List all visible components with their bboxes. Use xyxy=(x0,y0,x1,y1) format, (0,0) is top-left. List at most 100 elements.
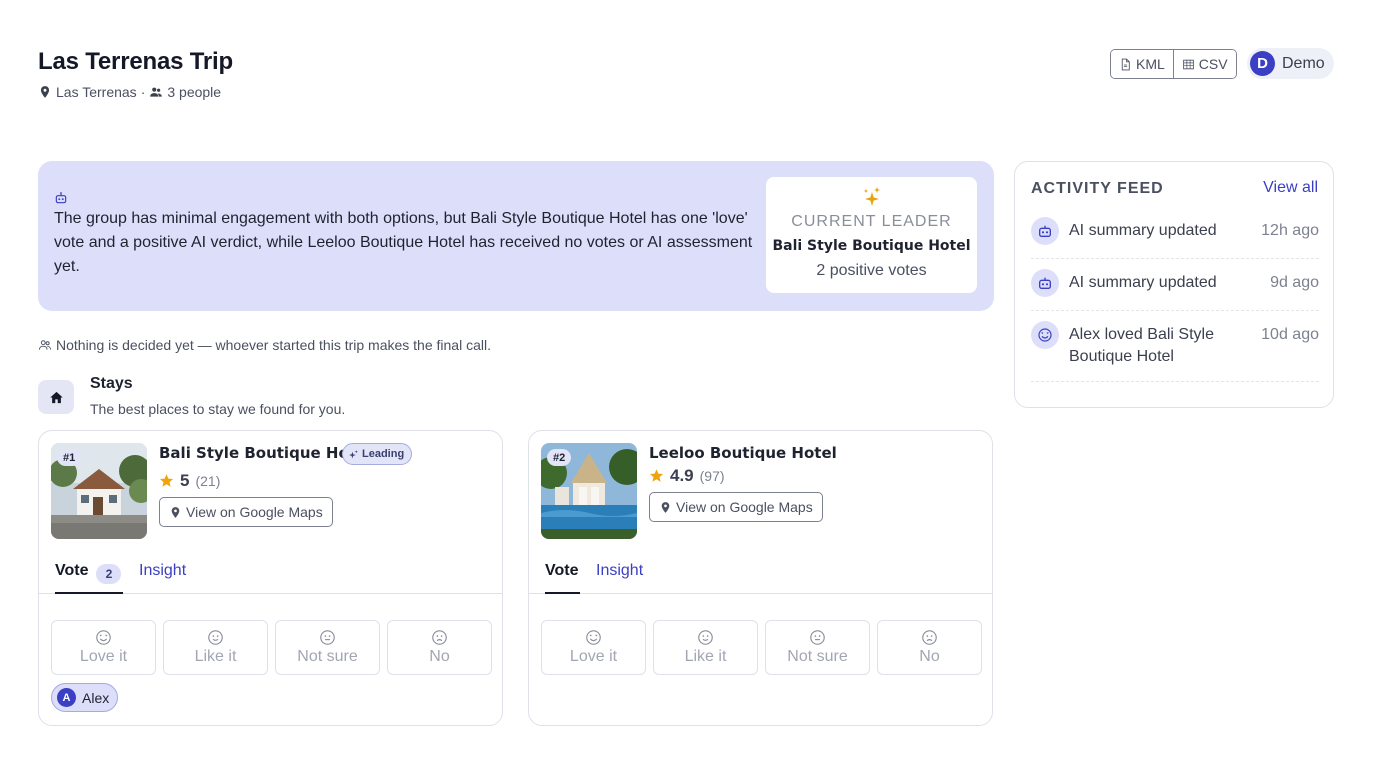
page-title: Las Terrenas Trip xyxy=(38,48,233,75)
neutral-face-icon xyxy=(810,630,825,645)
vote-options: Love it Like it Not sure No xyxy=(51,620,492,675)
voter-chip[interactable]: A Alex xyxy=(51,683,119,712)
tab-vote-label: Vote xyxy=(55,562,89,579)
file-icon xyxy=(1121,58,1130,70)
vote-no-button[interactable]: No xyxy=(387,620,492,675)
feed-item-time: 12h ago xyxy=(1261,222,1319,239)
trip-location: Las Terrenas xyxy=(56,84,137,100)
stay-card: #2 Leeloo Boutique Hotel 4.9 (97) View o… xyxy=(528,430,993,726)
tab-insight-label: Insight xyxy=(139,562,187,579)
tab-insight[interactable]: Insight xyxy=(596,559,643,593)
people-icon xyxy=(150,87,163,97)
tab-vote-label: Vote xyxy=(545,562,579,579)
current-leader-card: CURRENT LEADER Bali Style Boutique Hotel… xyxy=(766,177,977,293)
vote-no-label: No xyxy=(919,648,940,665)
activity-feed-title: ACTIVITY FEED xyxy=(1031,180,1164,197)
robot-icon xyxy=(1039,277,1051,289)
vote-no-label: No xyxy=(429,648,450,665)
robot-icon xyxy=(55,192,67,204)
vote-unsure-label: Not sure xyxy=(787,648,848,665)
star-icon xyxy=(159,474,174,487)
tab-insight[interactable]: Insight xyxy=(139,559,186,593)
feed-item: AI summary updated 9d ago xyxy=(1031,269,1319,311)
leading-badge: Leading xyxy=(342,443,413,465)
ai-summary-text: The group has minimal engagement with bo… xyxy=(54,210,753,275)
hotel-name[interactable]: Bali Style Boutique Hotel xyxy=(159,444,371,462)
export-group: KML CSV xyxy=(1110,49,1237,79)
tab-insight-label: Insight xyxy=(596,562,644,579)
vote-like-button[interactable]: Like it xyxy=(653,620,758,675)
hotel-name[interactable]: Leeloo Boutique Hotel xyxy=(649,444,837,462)
vote-unsure-button[interactable]: Not sure xyxy=(765,620,870,675)
feed-item-time: 9d ago xyxy=(1270,274,1319,291)
love-face-icon xyxy=(586,630,601,645)
feed-item: Alex loved Bali Style Boutique Hotel 10d… xyxy=(1031,321,1319,382)
home-icon xyxy=(49,391,63,403)
user-menu[interactable]: D Demo xyxy=(1247,48,1334,79)
vote-love-button[interactable]: Love it xyxy=(51,620,156,675)
activity-feed: ACTIVITY FEED View all AI summary update… xyxy=(1014,161,1334,408)
rating-score: 5 xyxy=(180,471,190,490)
review-count: (21) xyxy=(195,473,221,489)
vote-like-button[interactable]: Like it xyxy=(163,620,268,675)
vote-unsure-button[interactable]: Not sure xyxy=(275,620,380,675)
ai-summary-panel: The group has minimal engagement with bo… xyxy=(38,161,994,311)
hotel-rating: 5 (21) xyxy=(159,471,220,491)
decision-note-text: Nothing is decided yet — whoever started… xyxy=(56,337,491,353)
sparkle-icon xyxy=(864,187,880,206)
robot-icon xyxy=(1039,225,1051,237)
google-maps-label: View on Google Maps xyxy=(186,504,323,520)
vote-no-button[interactable]: No xyxy=(877,620,982,675)
vote-love-label: Love it xyxy=(79,648,128,665)
trip-meta: Las Terrenas · 3 people xyxy=(38,84,221,100)
voter-avatar: A xyxy=(57,688,76,707)
sad-face-icon xyxy=(922,630,937,645)
location-pin-icon xyxy=(661,501,670,513)
feed-item-text: Alex loved Bali Style Boutique Hotel xyxy=(1069,326,1214,365)
tab-vote[interactable]: Vote xyxy=(545,559,580,594)
hotel-rating: 4.9 (97) xyxy=(649,466,725,486)
section-icon xyxy=(38,380,74,414)
leading-badge-label: Leading xyxy=(362,448,405,460)
feed-item-time: 10d ago xyxy=(1261,326,1319,343)
hotel-photo[interactable]: #2 xyxy=(541,443,637,539)
vote-count-badge: 2 xyxy=(96,564,122,584)
section-title: Stays xyxy=(90,375,133,392)
avatar: D xyxy=(1250,51,1275,76)
decision-note: Nothing is decided yet — whoever started… xyxy=(38,337,491,353)
vote-love-label: Love it xyxy=(569,648,618,665)
vote-unsure-label: Not sure xyxy=(297,648,358,665)
google-maps-button[interactable]: View on Google Maps xyxy=(159,497,333,527)
google-maps-button[interactable]: View on Google Maps xyxy=(649,492,823,522)
stay-tabs: Vote 2 Insight xyxy=(39,559,502,594)
smile-face-icon xyxy=(208,630,223,645)
export-csv-label: CSV xyxy=(1198,56,1228,72)
current-leader-label: CURRENT LEADER xyxy=(791,213,952,230)
feed-item-text: AI summary updated xyxy=(1069,274,1217,291)
feed-item-icon xyxy=(1031,269,1059,297)
vote-like-label: Like it xyxy=(194,648,237,665)
table-icon xyxy=(1182,59,1194,69)
love-face-icon xyxy=(1038,328,1052,342)
star-icon xyxy=(649,469,664,482)
rank-badge: #2 xyxy=(547,449,572,466)
export-csv-button[interactable]: CSV xyxy=(1172,50,1236,78)
section-subtitle: The best places to stay we found for you… xyxy=(90,401,346,417)
rating-score: 4.9 xyxy=(670,466,694,485)
rank-badge: #1 xyxy=(57,449,82,466)
export-kml-button[interactable]: KML xyxy=(1111,50,1173,78)
vote-love-button[interactable]: Love it xyxy=(541,620,646,675)
current-leader-votes: 2 positive votes xyxy=(816,262,927,279)
tab-vote[interactable]: Vote 2 xyxy=(55,559,123,594)
feed-item: AI summary updated 12h ago xyxy=(1031,217,1319,259)
people-outline-icon xyxy=(38,340,52,350)
export-kml-label: KML xyxy=(1136,56,1165,72)
love-face-icon xyxy=(96,630,111,645)
stay-tabs: Vote Insight xyxy=(529,559,992,594)
user-name: Demo xyxy=(1282,54,1325,72)
vote-like-label: Like it xyxy=(684,648,727,665)
location-pin-icon xyxy=(171,506,180,518)
hotel-photo[interactable]: #1 xyxy=(51,443,147,539)
view-all-link[interactable]: View all xyxy=(1263,179,1318,197)
trip-people: 3 people xyxy=(167,84,222,100)
